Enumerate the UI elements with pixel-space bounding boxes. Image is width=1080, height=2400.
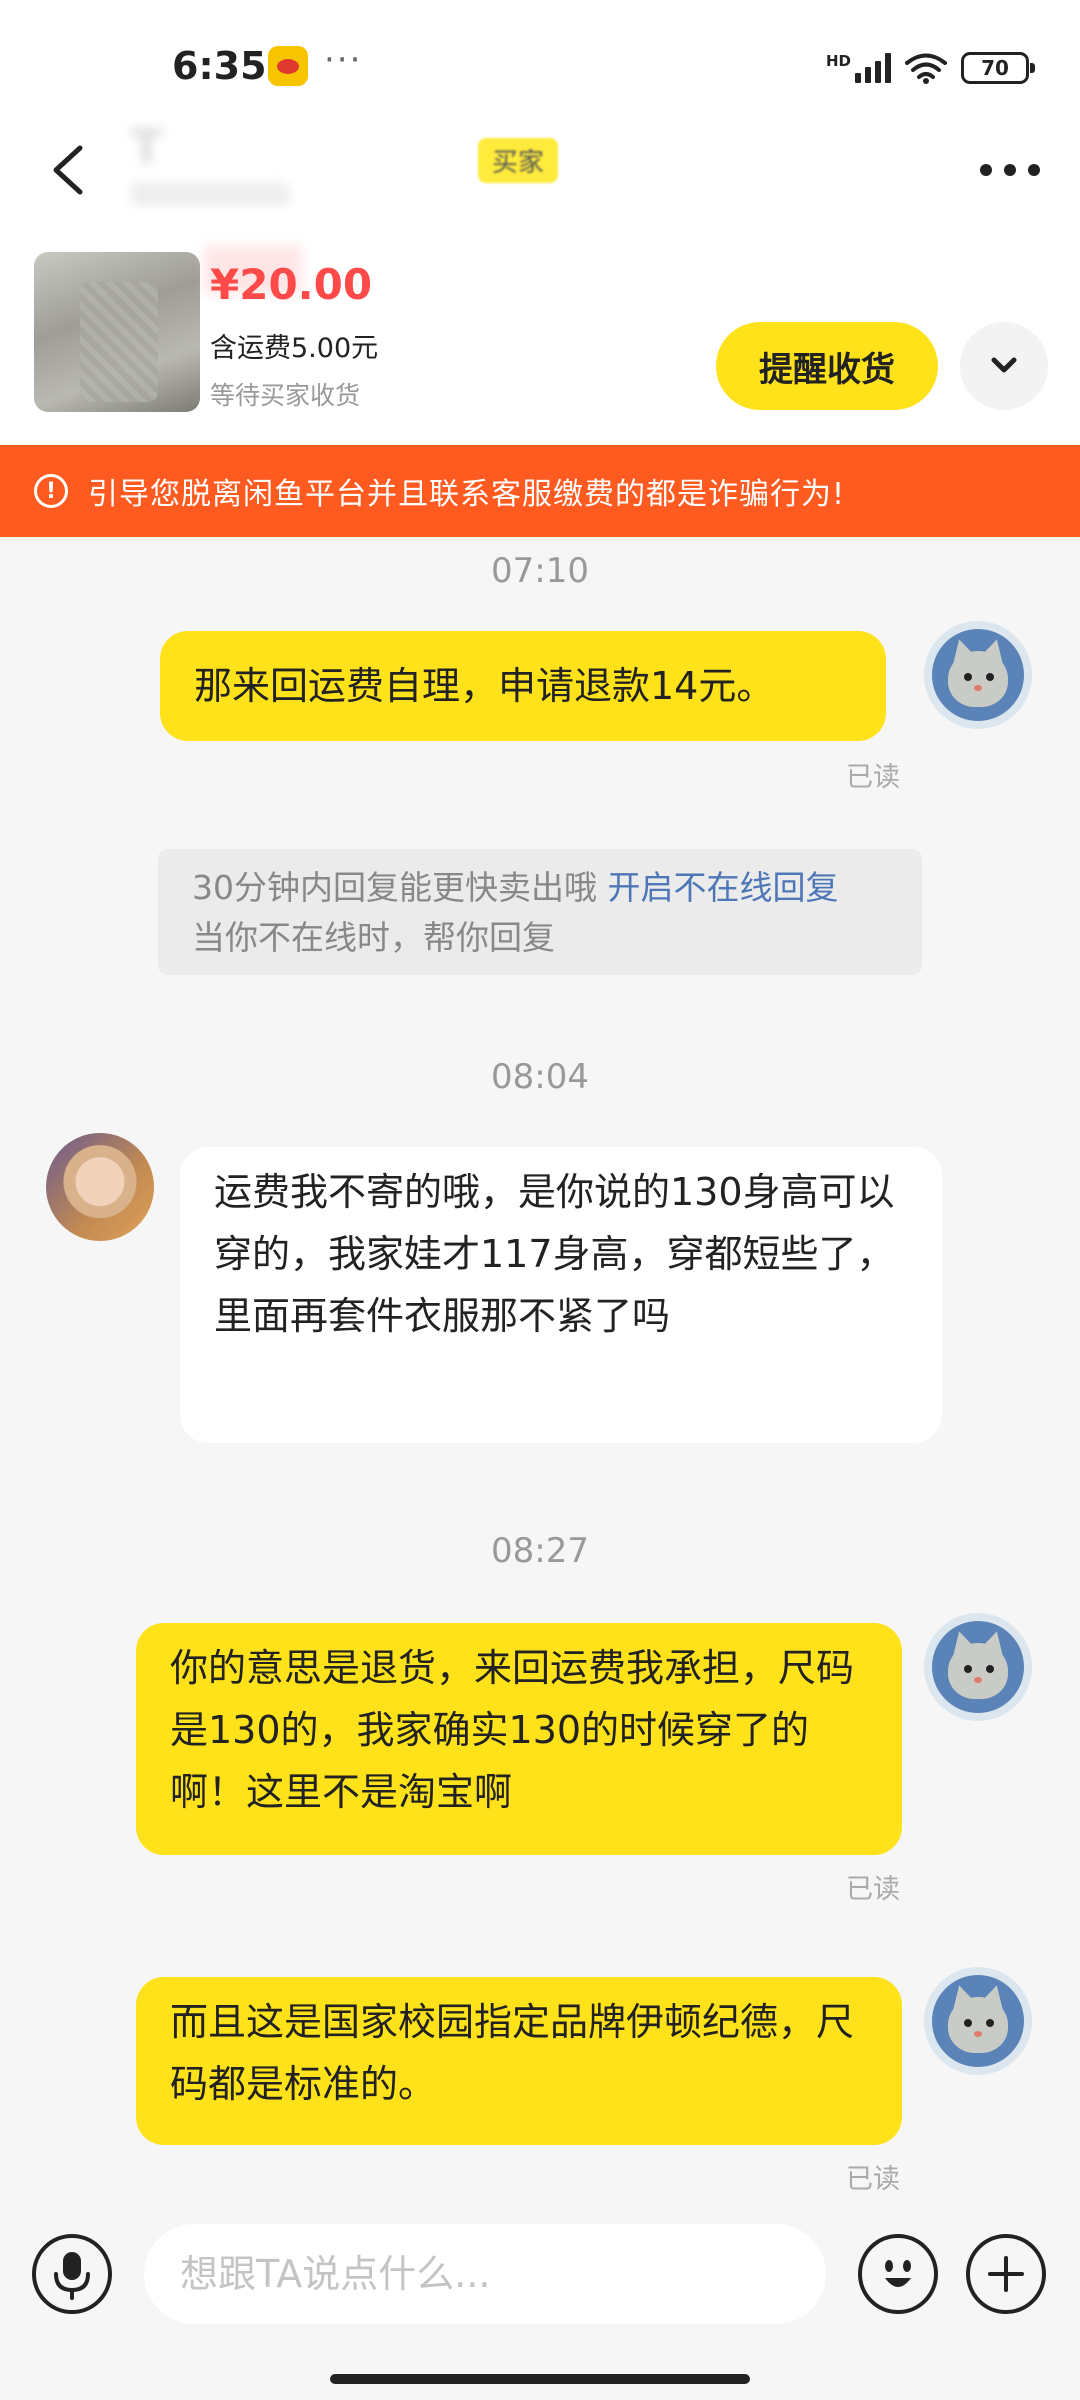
emoji-icon [885, 2260, 911, 2287]
my-avatar[interactable] [924, 1613, 1032, 1721]
fraud-warning-banner: ! 引导您脱离闲鱼平台并且联系客服缴费的都是诈骗行为! [0, 445, 1080, 537]
expand-order-button[interactable] [960, 322, 1048, 410]
my-message-bubble[interactable]: 而且这是国家校园指定品牌伊顿纪德，尺码都是标准的。 [136, 1977, 902, 2145]
wifi-icon [905, 53, 948, 84]
message-input[interactable] [144, 2224, 826, 2324]
status-bar: 6:35 ··· HD 70 [0, 0, 1080, 110]
read-receipt: 已读 [846, 762, 900, 793]
battery-icon: 70 [961, 52, 1036, 84]
plus-icon [988, 2256, 1024, 2292]
read-receipt: 已读 [846, 1874, 900, 1905]
order-price: ¥20.00 [210, 260, 373, 309]
my-message-bubble[interactable]: 你的意思是退货，来回运费我承担，尺码是130的，我家确实130的时候穿了的啊！这… [136, 1623, 902, 1855]
status-overflow: ··· [324, 40, 363, 80]
warning-circle-icon: ! [34, 474, 68, 508]
warning-text: 引导您脱离闲鱼平台并且联系客服缴费的都是诈骗行为! [88, 477, 846, 512]
message-timestamp: 07:10 [491, 551, 589, 591]
peer-name: T [130, 120, 163, 176]
signal-icon [855, 53, 892, 83]
network-hd-label: HD [826, 51, 852, 70]
tip-line-2: 当你不在线时，帮你回复 [192, 918, 555, 957]
remind-receipt-button[interactable]: 提醒收货 [716, 322, 938, 410]
voice-input-button[interactable] [32, 2234, 112, 2314]
microphone-icon [54, 2252, 90, 2300]
more-actions-button[interactable] [966, 2234, 1046, 2314]
buyer-tag: 买家 [478, 138, 559, 183]
message-timestamp: 08:04 [491, 1057, 589, 1097]
weibo-notification-icon [268, 46, 308, 86]
tip-line-1: 30分钟内回复能更快卖出哦 [192, 868, 597, 907]
message-input-bar [0, 2190, 1080, 2400]
my-avatar[interactable] [924, 1967, 1032, 2075]
order-card[interactable]: ¥20.00 含运费5.00元 等待买家收货 提醒收货 [0, 230, 1080, 445]
product-thumbnail[interactable] [34, 252, 200, 412]
back-button[interactable] [36, 130, 96, 210]
more-dots-icon [980, 164, 1040, 176]
peer-subtitle-redacted [130, 182, 290, 206]
peer-message-bubble[interactable]: 运费我不寄的哦，是你说的130身高可以穿的，我家娃才117身高，穿都短些了，里面… [180, 1147, 942, 1443]
status-icons: HD 70 [826, 51, 1036, 84]
peer-avatar[interactable] [46, 1133, 154, 1241]
back-arrow-icon [53, 145, 83, 195]
auto-reply-tip: 30分钟内回复能更快卖出哦 开启不在线回复 当你不在线时，帮你回复 [158, 849, 922, 975]
status-time: 6:35 [172, 44, 267, 88]
order-status: 等待买家收货 [210, 381, 361, 410]
chevron-down-icon [991, 357, 1017, 373]
my-avatar[interactable] [924, 621, 1032, 729]
my-message-bubble[interactable]: 那来回运费自理，申请退款14元。 [160, 631, 886, 741]
chat-header: T 买家 [0, 110, 1080, 230]
home-indicator[interactable] [330, 2374, 750, 2384]
shipping-fee: 含运费5.00元 [210, 333, 379, 364]
message-timestamp: 08:27 [491, 1531, 589, 1571]
emoji-button[interactable] [858, 2234, 938, 2314]
chat-messages[interactable]: 07:10 那来回运费自理，申请退款14元。 已读 30分钟内回复能更快卖出哦 … [0, 537, 1080, 2195]
more-options-button[interactable] [972, 150, 1048, 190]
enable-auto-reply-link[interactable]: 开启不在线回复 [608, 868, 839, 907]
